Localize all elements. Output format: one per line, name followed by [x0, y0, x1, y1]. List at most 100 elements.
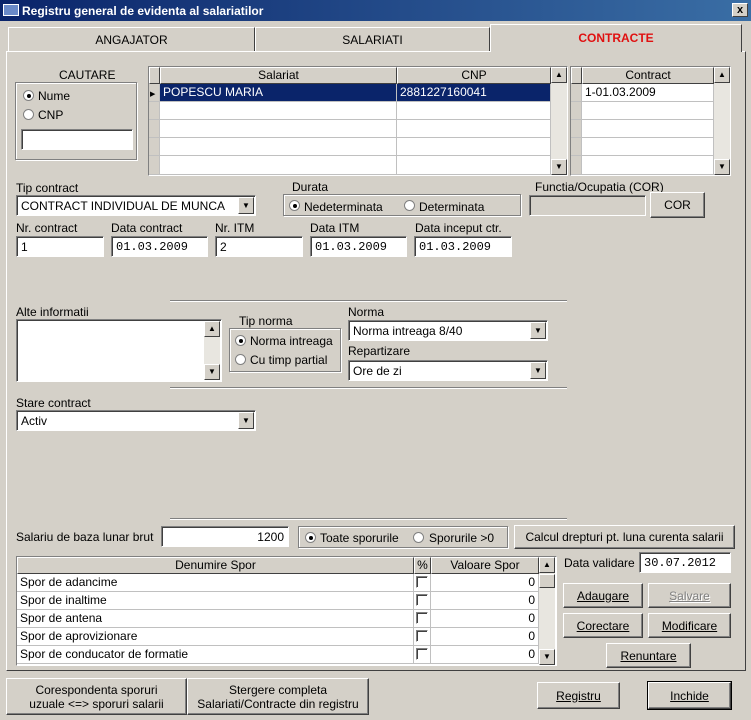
- scroll-up-icon[interactable]: ▲: [539, 557, 555, 573]
- col-contract[interactable]: Contract: [582, 67, 714, 84]
- data-validare-input[interactable]: 30.07.2012: [639, 552, 731, 573]
- corespondenta-sporuri-button[interactable]: Corespondenta sporuri uzuale <=> sporuri…: [6, 678, 187, 715]
- registru-button[interactable]: Registru: [537, 682, 620, 709]
- salvare-button[interactable]: Salvare: [648, 583, 731, 608]
- row-indicator-icon: ▶: [149, 84, 160, 102]
- spor-row-percent[interactable]: [414, 592, 431, 610]
- spor-row-name[interactable]: Spor de antena: [17, 610, 414, 628]
- toate-sporurile-label: Toate sporurile: [320, 531, 399, 545]
- data-itm-input[interactable]: 01.03.2009: [310, 236, 407, 257]
- table-row-cnp[interactable]: 2881227160041: [397, 84, 551, 102]
- spor-row-name[interactable]: Spor de adancime: [17, 574, 414, 592]
- window-title: Registru general de evidenta al salariat…: [22, 4, 264, 18]
- search-input[interactable]: [21, 129, 133, 150]
- data-validare-label: Data validare: [564, 556, 635, 570]
- adaugare-button[interactable]: Adaugare: [563, 583, 643, 608]
- tab-contracte[interactable]: CONTRACTE: [490, 24, 742, 52]
- spor-scrollbar[interactable]: ▲ ▼: [539, 557, 555, 665]
- salariu-input[interactable]: 1200: [161, 526, 289, 547]
- chevron-down-icon[interactable]: ▼: [238, 412, 254, 429]
- spor-row-percent[interactable]: [414, 610, 431, 628]
- durata-label: Durata: [292, 180, 329, 194]
- percent-checkbox[interactable]: [416, 630, 428, 642]
- corectare-label: Corectare: [576, 618, 630, 633]
- search-nume-radio[interactable]: [23, 90, 34, 101]
- title-bar: Registru general de evidenta al salariat…: [0, 0, 751, 21]
- spor-grid[interactable]: Denumire Spor % Valoare Spor Spor de ada…: [16, 556, 557, 666]
- nr-contract-input[interactable]: 1: [16, 236, 104, 257]
- contract-grid[interactable]: Contract 1-01.03.2009 ▲ ▼: [570, 66, 731, 176]
- scroll-down-icon[interactable]: ▼: [551, 159, 567, 175]
- search-cnp-radio[interactable]: [23, 109, 34, 120]
- close-button[interactable]: x: [732, 3, 748, 17]
- table-row-name[interactable]: POPESCU MARIA: [160, 84, 397, 102]
- cor-button[interactable]: COR: [650, 192, 705, 218]
- employee-grid[interactable]: Salariat CNP ▶ POPESCU MARIA 28812271600…: [148, 66, 568, 176]
- toate-sporurile-radio[interactable]: [305, 532, 316, 543]
- spor-row-name[interactable]: Spor de conducator de formatie: [17, 646, 414, 664]
- percent-checkbox[interactable]: [416, 576, 428, 588]
- scroll-thumb[interactable]: [539, 574, 555, 588]
- scroll-up-icon[interactable]: ▲: [551, 67, 567, 83]
- norma-value: Norma intreaga 8/40: [353, 324, 463, 338]
- employee-scrollbar[interactable]: ▲ ▼: [551, 67, 567, 175]
- calcul-drepturi-button[interactable]: Calcul drepturi pt. luna curenta salarii: [514, 525, 735, 549]
- chevron-down-icon[interactable]: ▼: [238, 197, 254, 214]
- corectare-button[interactable]: Corectare: [563, 613, 643, 638]
- contract-scrollbar[interactable]: ▲ ▼: [714, 67, 730, 175]
- alte-scrollbar[interactable]: ▲ ▼: [204, 321, 220, 380]
- stergere-line2: Salariati/Contracte din registru: [197, 696, 359, 711]
- timp-partial-label: Cu timp partial: [250, 353, 328, 367]
- divider: [170, 518, 567, 520]
- stare-label: Stare contract: [16, 396, 91, 410]
- spor-row-value[interactable]: 0: [431, 574, 539, 592]
- percent-checkbox[interactable]: [416, 648, 428, 660]
- percent-checkbox[interactable]: [416, 594, 428, 606]
- durata-determinata-radio[interactable]: [404, 200, 415, 211]
- col-salariat[interactable]: Salariat: [160, 67, 397, 84]
- norma-intreaga-radio[interactable]: [235, 335, 246, 346]
- data-contract-input[interactable]: 01.03.2009: [111, 236, 208, 257]
- percent-checkbox[interactable]: [416, 612, 428, 624]
- data-inceput-input[interactable]: 01.03.2009: [414, 236, 512, 257]
- inchide-button[interactable]: Inchide: [647, 681, 732, 710]
- scroll-down-icon[interactable]: ▼: [714, 159, 730, 175]
- stergere-completa-button[interactable]: Stergere completa Salariati/Contracte di…: [187, 678, 369, 715]
- data-inceput-label: Data inceput ctr.: [415, 221, 502, 235]
- chevron-down-icon[interactable]: ▼: [530, 362, 546, 379]
- stergere-line1: Stergere completa: [228, 682, 328, 697]
- renuntare-button[interactable]: Renuntare: [606, 643, 691, 668]
- scroll-up-icon[interactable]: ▲: [714, 67, 730, 83]
- spor-row-value[interactable]: 0: [431, 646, 539, 664]
- chevron-down-icon[interactable]: ▼: [530, 322, 546, 339]
- alte-textarea[interactable]: [16, 319, 222, 382]
- norma-select[interactable]: Norma intreaga 8/40 ▼: [348, 320, 548, 341]
- spor-row-value[interactable]: 0: [431, 628, 539, 646]
- stare-select[interactable]: Activ ▼: [16, 410, 256, 431]
- scroll-down-icon[interactable]: ▼: [204, 364, 220, 380]
- col-valoare-spor[interactable]: Valoare Spor: [431, 557, 539, 574]
- col-procent[interactable]: %: [414, 557, 431, 574]
- spor-row-value[interactable]: 0: [431, 610, 539, 628]
- spor-row-value[interactable]: 0: [431, 592, 539, 610]
- sporuri-pozitive-radio[interactable]: [413, 532, 424, 543]
- scroll-down-icon[interactable]: ▼: [539, 649, 555, 665]
- spor-row-name[interactable]: Spor de inaltime: [17, 592, 414, 610]
- durata-nedeterminata-radio[interactable]: [289, 200, 300, 211]
- spor-row-percent[interactable]: [414, 628, 431, 646]
- alte-label: Alte informatii: [16, 305, 89, 319]
- spor-row-percent[interactable]: [414, 574, 431, 592]
- timp-partial-radio[interactable]: [235, 354, 246, 365]
- col-denumire-spor[interactable]: Denumire Spor: [17, 557, 414, 574]
- tab-salariati[interactable]: SALARIATI: [255, 27, 490, 52]
- tip-contract-select[interactable]: CONTRACT INDIVIDUAL DE MUNCA ▼: [16, 195, 256, 216]
- contract-row[interactable]: 1-01.03.2009: [582, 84, 714, 102]
- modificare-button[interactable]: Modificare: [648, 613, 731, 638]
- spor-row-percent[interactable]: [414, 646, 431, 664]
- col-cnp[interactable]: CNP: [397, 67, 551, 84]
- repartizare-select[interactable]: Ore de zi ▼: [348, 360, 548, 381]
- spor-row-name[interactable]: Spor de aprovizionare: [17, 628, 414, 646]
- nr-itm-input[interactable]: 2: [215, 236, 303, 257]
- scroll-up-icon[interactable]: ▲: [204, 321, 220, 337]
- tab-angajator[interactable]: ANGAJATOR: [8, 27, 255, 52]
